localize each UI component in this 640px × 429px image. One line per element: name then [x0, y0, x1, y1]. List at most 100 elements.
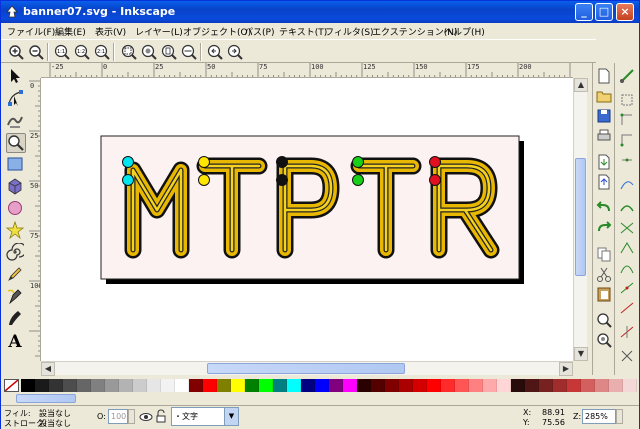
snap-bbox-icon[interactable]	[618, 91, 636, 109]
zoom-1-2-icon[interactable]: 1:2	[73, 43, 91, 61]
palette-swatch[interactable]	[315, 379, 329, 392]
chevron-down-icon[interactable]: ▼	[224, 408, 238, 425]
palette-swatch[interactable]	[595, 379, 609, 392]
export-icon[interactable]	[595, 173, 613, 191]
palette-scrollbar[interactable]	[1, 393, 639, 405]
palette-swatch[interactable]	[245, 379, 259, 392]
palette-swatch[interactable]	[77, 379, 91, 392]
current-layer-dropdown[interactable]: ・文字 ▼	[171, 407, 239, 426]
menu-text[interactable]: テキスト(T)	[279, 25, 327, 38]
menu-object[interactable]: オブジェクト(O)	[183, 25, 251, 38]
save-icon[interactable]	[595, 107, 613, 125]
zoom-drawing-cmd-icon[interactable]	[595, 331, 613, 349]
palette-swatch[interactable]	[553, 379, 567, 392]
layer-visibility-icon[interactable]	[139, 410, 153, 424]
new-document-icon[interactable]	[595, 67, 613, 85]
palette-swatch[interactable]	[203, 379, 217, 392]
palette-swatch[interactable]	[623, 379, 637, 392]
vertical-scrollbar[interactable]: ▲ ▼	[573, 78, 588, 361]
layer-lock-icon[interactable]	[155, 409, 167, 424]
pen-tool-icon[interactable]	[6, 287, 26, 307]
palette-swatch[interactable]	[497, 379, 511, 392]
snap-cusp-node-icon[interactable]	[618, 239, 636, 257]
zoom-spinner-icon[interactable]	[616, 409, 623, 424]
opacity-field[interactable]: 100	[108, 409, 128, 424]
palette-swatch[interactable]	[539, 379, 553, 392]
snap-bbox-midpoint-icon[interactable]	[618, 151, 636, 169]
zoom-page-width-icon[interactable]	[180, 43, 198, 61]
text-tool-icon[interactable]: A	[6, 331, 26, 351]
palette-swatch[interactable]	[217, 379, 231, 392]
palette-swatch[interactable]	[63, 379, 77, 392]
star-tool-icon[interactable]	[6, 221, 26, 241]
drawing-canvas[interactable]	[41, 78, 573, 361]
scroll-left-icon[interactable]: ◀	[41, 362, 55, 376]
zoom-2-1-icon[interactable]: 2:1	[93, 43, 111, 61]
palette-swatch[interactable]	[301, 379, 315, 392]
zoom-out-icon[interactable]	[27, 43, 45, 61]
cut-icon[interactable]	[595, 265, 613, 283]
menu-edit[interactable]: 編集(E)	[55, 25, 86, 38]
paste-icon[interactable]	[595, 285, 613, 303]
palette-swatch[interactable]	[21, 379, 35, 392]
horizontal-scroll-thumb[interactable]	[207, 363, 405, 374]
open-icon[interactable]	[595, 87, 613, 105]
palette-swatch[interactable]	[273, 379, 287, 392]
zoom-in-icon[interactable]	[7, 43, 25, 61]
horizontal-scrollbar[interactable]: ◀ ▶	[41, 361, 573, 376]
palette-swatch[interactable]	[329, 379, 343, 392]
calligraphy-tool-icon[interactable]	[6, 309, 26, 329]
palette-swatch[interactable]	[105, 379, 119, 392]
palette-swatch[interactable]	[371, 379, 385, 392]
palette-swatch[interactable]	[581, 379, 595, 392]
palette-swatch[interactable]	[189, 379, 203, 392]
menu-file[interactable]: ファイル(F)	[7, 25, 55, 38]
palette-scroll-thumb[interactable]	[16, 394, 76, 403]
palette-swatch[interactable]	[525, 379, 539, 392]
palette-swatch[interactable]	[259, 379, 273, 392]
palette-swatch[interactable]	[427, 379, 441, 392]
menu-view[interactable]: 表示(V)	[95, 25, 126, 38]
undo-icon[interactable]	[595, 199, 613, 217]
scroll-down-icon[interactable]: ▼	[574, 347, 588, 361]
maximize-button[interactable]: □	[595, 3, 613, 21]
snap-bbox-corner-icon[interactable]	[618, 131, 636, 149]
node-tool-icon[interactable]	[6, 89, 26, 109]
scroll-right-icon[interactable]: ▶	[559, 362, 573, 376]
snap-page-icon[interactable]	[618, 347, 636, 365]
palette-swatch[interactable]	[455, 379, 469, 392]
palette-swatch[interactable]	[385, 379, 399, 392]
no-paint-swatch[interactable]	[4, 379, 19, 392]
menu-layer[interactable]: レイヤー(L)	[135, 25, 183, 38]
snap-nodes-icon[interactable]	[618, 175, 636, 193]
snap-toggle-icon[interactable]	[618, 67, 636, 85]
snap-smooth-node-icon[interactable]	[618, 259, 636, 277]
zoom-tool-icon[interactable]	[6, 133, 26, 153]
snap-rotation-center-icon[interactable]	[618, 323, 636, 341]
palette-swatch[interactable]	[147, 379, 161, 392]
palette-swatch[interactable]	[469, 379, 483, 392]
palette-swatch[interactable]	[609, 379, 623, 392]
tweak-tool-icon[interactable]	[6, 111, 26, 131]
snap-path-icon[interactable]	[618, 199, 636, 217]
palette-swatch[interactable]	[413, 379, 427, 392]
zoom-next-icon[interactable]	[226, 43, 244, 61]
palette-swatch[interactable]	[567, 379, 581, 392]
palette-swatch[interactable]	[441, 379, 455, 392]
spiral-tool-icon[interactable]	[6, 243, 26, 263]
palette-swatch[interactable]	[119, 379, 133, 392]
snap-midpoint-icon[interactable]	[618, 279, 636, 297]
menu-path[interactable]: パス(P)	[244, 25, 274, 38]
redo-icon[interactable]	[595, 219, 613, 237]
zoom-drawing-icon[interactable]	[140, 43, 158, 61]
palette-swatch[interactable]	[91, 379, 105, 392]
menu-filter[interactable]: フィルタ(S)	[325, 25, 374, 38]
palette-swatch[interactable]	[49, 379, 63, 392]
zoom-selection-cmd-icon[interactable]	[595, 311, 613, 329]
palette-swatch[interactable]	[483, 379, 497, 392]
import-icon[interactable]	[595, 153, 613, 171]
close-button[interactable]: ×	[616, 3, 634, 21]
rectangle-tool-icon[interactable]	[6, 155, 26, 175]
opacity-spinner-icon[interactable]	[128, 409, 135, 424]
palette-swatch[interactable]	[343, 379, 357, 392]
